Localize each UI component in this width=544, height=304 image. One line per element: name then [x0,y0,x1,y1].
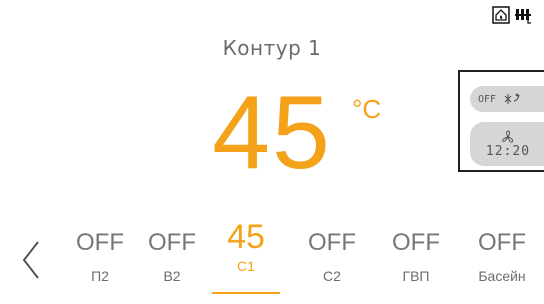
status-icons [492,6,532,24]
mode-status: OFF [478,93,497,105]
radiator-icon [515,9,531,24]
schedule-time: 12:20 [485,143,531,159]
tab-s1[interactable]: 45 С1 [206,218,286,294]
mode-toggle-button[interactable]: OFF [470,86,544,112]
tab-p2[interactable]: OFF П2 [60,226,140,284]
circuit-title: Контур 1 [222,36,322,60]
tab-label: ГВП [402,268,430,284]
tab-value: 45 [227,218,265,256]
tab-value: OFF [76,229,124,256]
tab-value: OFF [478,229,526,256]
tab-label: С2 [323,268,341,284]
active-tab-indicator [212,292,280,294]
schedule-button[interactable]: 12:20 [470,122,544,166]
house-flame-icon [492,6,510,24]
tab-v2[interactable]: OFF В2 [132,226,212,284]
tab-pool[interactable]: OFF Басейн [462,226,542,284]
snowflake-sun-icon [504,93,520,104]
thermostat-screen: Контур 1 45 °C OFF 12:20 OFF П2 OFF В2 4… [0,0,544,304]
tab-value: OFF [148,229,196,256]
tab-label: В2 [163,268,181,284]
temperature-unit: °C [352,94,382,124]
tab-dhw[interactable]: OFF ГВП [376,226,456,284]
tab-value: OFF [308,229,356,256]
fan-icon [502,129,514,143]
side-panel: OFF 12:20 [458,70,544,172]
tab-value: OFF [392,229,440,256]
tab-s2[interactable]: OFF С2 [292,226,372,284]
circuit-tabs: OFF П2 OFF В2 45 С1 OFF С2 OFF ГВП OFF Б… [60,220,544,304]
tab-label: С1 [237,258,255,274]
tab-label: Басейн [478,268,526,284]
chevron-left-icon[interactable] [18,238,42,282]
tab-label: П2 [91,268,109,284]
